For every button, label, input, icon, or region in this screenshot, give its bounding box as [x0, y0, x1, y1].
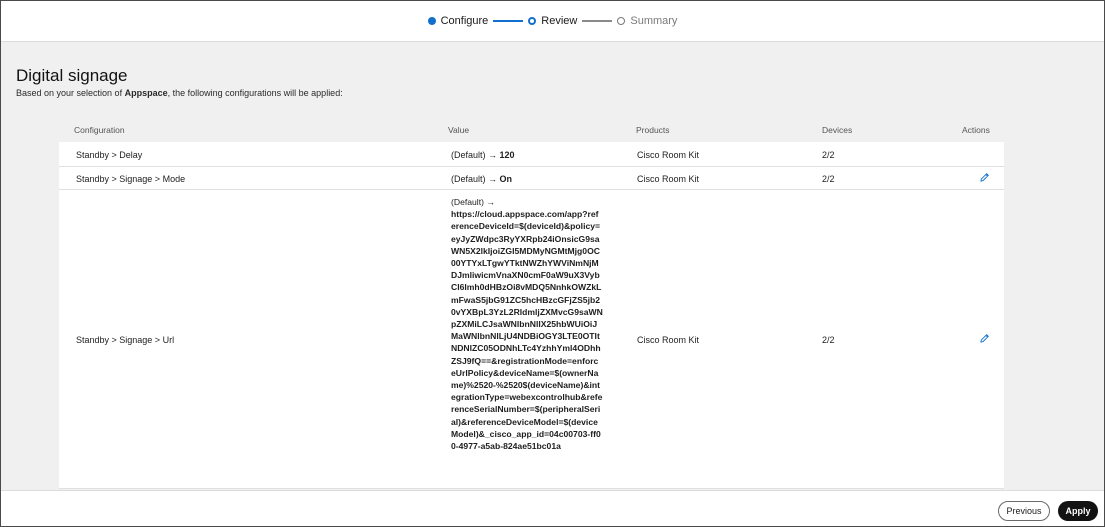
- app-window: Configure Review Summary Digital signage…: [0, 0, 1105, 527]
- table-header: Configuration Value Products Devices Act…: [59, 125, 1004, 139]
- column-header-value: Value: [448, 125, 470, 135]
- product-cell: Cisco Room Kit: [637, 174, 700, 184]
- value-cell: (Default) → https://cloud.appspace.com/a…: [451, 196, 603, 452]
- footer-bar: Previous Apply: [1, 490, 1104, 526]
- step-connector: [582, 20, 613, 22]
- value-text: 120: [499, 150, 515, 160]
- configuration-table: Standby > Delay (Default) → 120 Cisco Ro…: [59, 142, 1004, 489]
- previous-button[interactable]: Previous: [998, 501, 1050, 521]
- step-pending-icon: [617, 17, 626, 25]
- step-configure[interactable]: Configure: [427, 15, 489, 27]
- step-current-icon: [528, 17, 537, 25]
- step-complete-icon: [427, 17, 436, 25]
- config-cell: Standby > Signage > Mode: [76, 174, 186, 184]
- value-default-prefix: (Default) →: [451, 150, 500, 160]
- step-connector: [493, 20, 524, 22]
- pencil-icon: [980, 334, 989, 343]
- subtitle-prefix: Based on your selection of: [16, 88, 125, 98]
- column-header-actions: Actions: [962, 125, 990, 135]
- devices-cell: 2/2: [822, 335, 835, 345]
- step-label: Configure: [440, 15, 489, 27]
- value-default-prefix: (Default) →: [451, 174, 500, 184]
- step-summary[interactable]: Summary: [617, 15, 677, 27]
- column-header-products: Products: [636, 125, 670, 135]
- table-row: Standby > Signage > Url (Default) → http…: [59, 190, 1004, 489]
- config-cell: Standby > Signage > Url: [76, 335, 175, 345]
- column-header-configuration: Configuration: [74, 125, 125, 135]
- value-default-prefix: (Default) →: [451, 197, 495, 207]
- subtitle-app-name: Appspace: [124, 88, 168, 98]
- wizard-stepper: Configure Review Summary: [1, 1, 1104, 42]
- product-cell: Cisco Room Kit: [637, 335, 700, 345]
- subtitle-suffix: , the following configurations will be a…: [167, 88, 343, 98]
- devices-cell: 2/2: [822, 174, 835, 184]
- edit-button[interactable]: [979, 172, 990, 183]
- value-cell: (Default) → On: [451, 174, 512, 184]
- devices-cell: 2/2: [822, 150, 835, 160]
- value-text: https://cloud.appspace.com/app?reference…: [451, 209, 603, 452]
- edit-button[interactable]: [979, 333, 990, 344]
- table-row: Standby > Delay (Default) → 120 Cisco Ro…: [59, 142, 1004, 167]
- column-header-devices: Devices: [822, 125, 853, 135]
- pencil-icon: [980, 173, 989, 182]
- value-cell: (Default) → 120: [451, 150, 515, 160]
- config-cell: Standby > Delay: [76, 150, 143, 160]
- page-heading: Digital signage Based on your selection …: [16, 66, 343, 98]
- apply-button[interactable]: Apply: [1058, 501, 1098, 521]
- page-subtitle: Based on your selection of Appspace, the…: [16, 88, 343, 98]
- product-cell: Cisco Room Kit: [637, 150, 700, 160]
- page-title: Digital signage: [16, 66, 128, 85]
- table-row: Standby > Signage > Mode (Default) → On …: [59, 167, 1004, 190]
- step-review[interactable]: Review: [528, 15, 577, 27]
- step-label: Summary: [630, 15, 678, 27]
- step-label: Review: [541, 15, 578, 27]
- value-text: On: [499, 174, 513, 184]
